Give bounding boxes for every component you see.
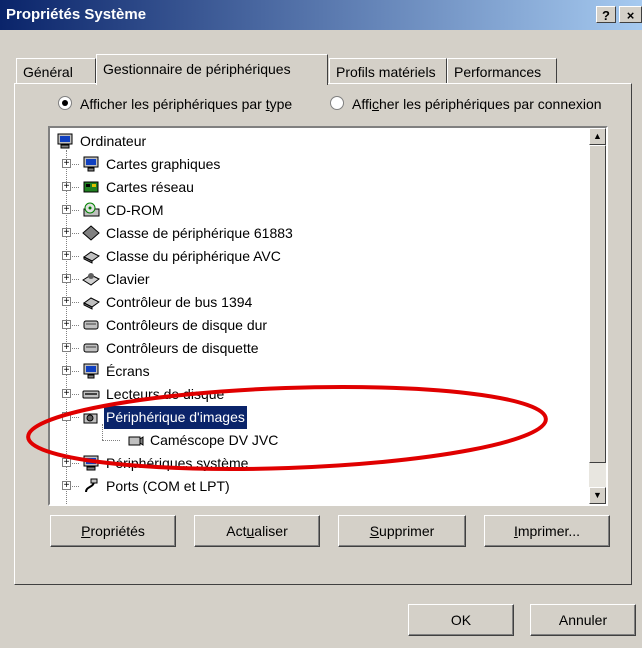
radio-dot-icon [58, 96, 72, 110]
title-bar[interactable]: Propriétés Système ? × [0, 0, 642, 30]
help-button[interactable]: ? [596, 6, 616, 23]
expand-icon[interactable]: + [62, 458, 71, 468]
tree-item-label: Classe du périphérique AVC [106, 248, 281, 264]
monitor-icon [83, 156, 99, 172]
tree-item-label: Caméscope DV JVC [150, 432, 279, 448]
radio-by-connection[interactable]: Afficher les périphériques par connexion [330, 96, 602, 112]
computer-icon [83, 455, 99, 471]
expand-icon[interactable]: + [62, 320, 71, 330]
tab-general[interactable]: Général [16, 58, 96, 84]
mouse-icon [82, 501, 100, 506]
tree-item-label: Écrans [106, 363, 150, 379]
network-card-icon [83, 181, 99, 193]
expand-icon[interactable]: + [62, 481, 71, 491]
collapse-icon[interactable]: − [62, 412, 71, 422]
device-tree[interactable]: Ordinateur + Cartes graphiques + Cartes rés… [48, 126, 608, 506]
tree-item-label: Souris [106, 498, 146, 504]
computer-icon [57, 133, 73, 149]
tree-root-label: Ordinateur [80, 133, 147, 149]
tree-item-label: Classe de périphérique 61883 [106, 225, 293, 241]
expand-icon[interactable]: + [62, 182, 71, 192]
tree-item-label: Contrôleur de bus 1394 [106, 294, 253, 310]
expand-icon[interactable]: + [62, 274, 71, 284]
monitor-icon [83, 363, 99, 379]
disk-controller-icon [83, 320, 99, 330]
expand-icon[interactable]: + [62, 228, 71, 238]
expand-icon[interactable]: + [64, 504, 70, 505]
tree-item-label: Contrôleurs de disque dur [106, 317, 268, 333]
device-icon [83, 251, 100, 264]
tree-item-label: Ports (COM et LPT) [106, 478, 230, 494]
camcorder-icon [128, 436, 144, 446]
tree-item-label: Cartes graphiques [106, 156, 221, 172]
print-button[interactable]: Imprimer... [484, 515, 610, 547]
radio-by-type[interactable]: Afficher les périphériques par type [58, 96, 292, 112]
tree-item-label: Clavier [106, 271, 150, 287]
delete-button[interactable]: Supprimer [338, 515, 466, 547]
expand-icon[interactable]: + [62, 251, 71, 261]
keyboard-icon [82, 273, 100, 286]
system-properties-window: Propriétés Système ? × Général Gestionna… [0, 0, 642, 648]
expand-icon[interactable]: + [62, 205, 71, 215]
tab-hardware-profiles[interactable]: Profils matériels [329, 58, 447, 84]
diamond-icon [82, 225, 100, 241]
disk-controller-icon [83, 343, 99, 353]
refresh-button[interactable]: Actualiser [194, 515, 320, 547]
tab-device-manager[interactable]: Gestionnaire de périphériques [96, 54, 328, 85]
tree-item-label: Lecteurs de disque [106, 386, 225, 402]
expand-icon[interactable]: + [62, 366, 71, 376]
tree-item-label: CD-ROM [106, 202, 164, 218]
tree-item-label: Périphériques système [106, 455, 249, 471]
window-title: Propriétés Système [6, 6, 147, 23]
camera-icon [83, 413, 98, 424]
port-icon [85, 478, 98, 493]
cancel-button[interactable]: Annuler [530, 604, 636, 636]
radio-dot-icon [330, 96, 344, 110]
tree-item-label: Périphérique d'images [103, 405, 248, 430]
expand-icon[interactable]: + [62, 343, 71, 353]
scroll-thumb[interactable] [589, 145, 606, 463]
cdrom-icon [83, 202, 100, 217]
expand-icon[interactable]: + [62, 389, 71, 399]
vertical-scrollbar[interactable]: ▲ ▼ [589, 128, 606, 504]
device-icon [83, 297, 100, 310]
properties-button[interactable]: Propriétés [50, 515, 176, 547]
drive-icon [82, 390, 100, 399]
scroll-down-button[interactable]: ▼ [589, 487, 606, 504]
expand-icon[interactable]: + [62, 159, 71, 169]
scroll-up-button[interactable]: ▲ [589, 128, 606, 145]
expand-icon[interactable]: + [62, 297, 71, 307]
tab-performance[interactable]: Performances [447, 58, 557, 84]
tree-item-label: Contrôleurs de disquette [106, 340, 259, 356]
close-button[interactable]: × [619, 6, 642, 23]
ok-button[interactable]: OK [408, 604, 514, 636]
tree-item-label: Cartes réseau [106, 179, 194, 195]
